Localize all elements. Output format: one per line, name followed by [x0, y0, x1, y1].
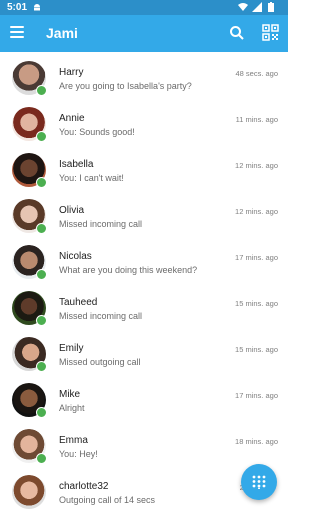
contact-name: Olivia: [59, 205, 85, 216]
signal-icon: [252, 2, 262, 12]
last-message: You: Sounds good!: [59, 127, 135, 137]
message-time: 12 mins. ago: [235, 161, 278, 170]
message-time: 48 secs. ago: [235, 69, 278, 78]
conversation-row-tauheed[interactable]: Tauheed Missed incoming call 15 mins. ag…: [0, 282, 288, 328]
presence-indicator: [36, 269, 47, 280]
presence-indicator: [36, 407, 47, 418]
contact-name: Mike: [59, 389, 81, 400]
presence-indicator: [36, 453, 47, 464]
app-title: Jami: [46, 25, 78, 41]
presence-indicator: [36, 315, 47, 326]
last-message: Missed incoming call: [59, 219, 143, 229]
dialpad-icon: [252, 475, 266, 489]
conversation-row-nicolas[interactable]: Nicolas What are you doing this weekend?…: [0, 236, 288, 282]
message-time: 12 mins. ago: [235, 207, 278, 216]
contact-name: Nicolas: [59, 251, 92, 262]
contact-name: Isabella: [59, 159, 94, 170]
avatar: [12, 475, 46, 509]
contact-name: Harry: [59, 67, 84, 78]
conversation-row-olivia[interactable]: Olivia Missed incoming call 12 mins. ago: [0, 190, 288, 236]
conversation-row-emily[interactable]: Emily Missed outgoing call 15 mins. ago: [0, 328, 288, 374]
battery-icon: [268, 2, 274, 12]
contact-name: Tauheed: [59, 297, 98, 308]
contact-name: Emma: [59, 435, 88, 446]
menu-icon[interactable]: [10, 26, 24, 38]
contact-name: Annie: [59, 113, 85, 124]
conversation-row-mike[interactable]: Mike Alright 17 mins. ago: [0, 374, 288, 420]
message-time: 17 mins. ago: [235, 253, 278, 262]
contact-name: charlotte32: [59, 481, 109, 492]
wifi-icon: [238, 3, 248, 11]
message-time: 18 mins. ago: [235, 437, 278, 446]
message-time: 15 mins. ago: [235, 299, 278, 308]
last-message: What are you doing this weekend?: [59, 265, 198, 275]
last-message: Missed outgoing call: [59, 357, 141, 367]
search-icon[interactable]: [229, 25, 245, 41]
last-message: You: I can't wait!: [59, 173, 124, 183]
status-time: 5:01: [7, 2, 28, 13]
last-message: Outgoing call of 14 secs: [59, 495, 156, 505]
conversation-row-emma[interactable]: Emma You: Hey! 18 mins. ago: [0, 420, 288, 466]
conversation-row-annie[interactable]: Annie You: Sounds good! 11 mins. ago: [0, 98, 288, 144]
qr-code-icon[interactable]: [262, 24, 279, 41]
presence-indicator: [36, 177, 47, 188]
last-message: Alright: [59, 403, 85, 413]
last-message: Are you going to Isabella's party?: [59, 81, 192, 91]
android-icon: [34, 4, 40, 11]
contact-name: Emily: [59, 343, 84, 354]
conversation-row-harry[interactable]: Harry Are you going to Isabella's party?…: [0, 52, 288, 98]
presence-indicator: [36, 361, 47, 372]
message-time: 15 mins. ago: [235, 345, 278, 354]
message-time: 11 mins. ago: [235, 115, 278, 124]
last-message: You: Hey!: [59, 449, 98, 459]
presence-indicator: [36, 85, 47, 96]
last-message: Missed incoming call: [59, 311, 143, 321]
status-bar: 5:01: [0, 0, 288, 15]
presence-indicator: [36, 131, 47, 142]
dialpad-button[interactable]: [241, 464, 277, 500]
message-time: 17 mins. ago: [235, 391, 278, 400]
conversation-row-isabella[interactable]: Isabella You: I can't wait! 12 mins. ago: [0, 144, 288, 190]
presence-indicator: [36, 223, 47, 234]
app-bar: Jami: [0, 15, 288, 52]
